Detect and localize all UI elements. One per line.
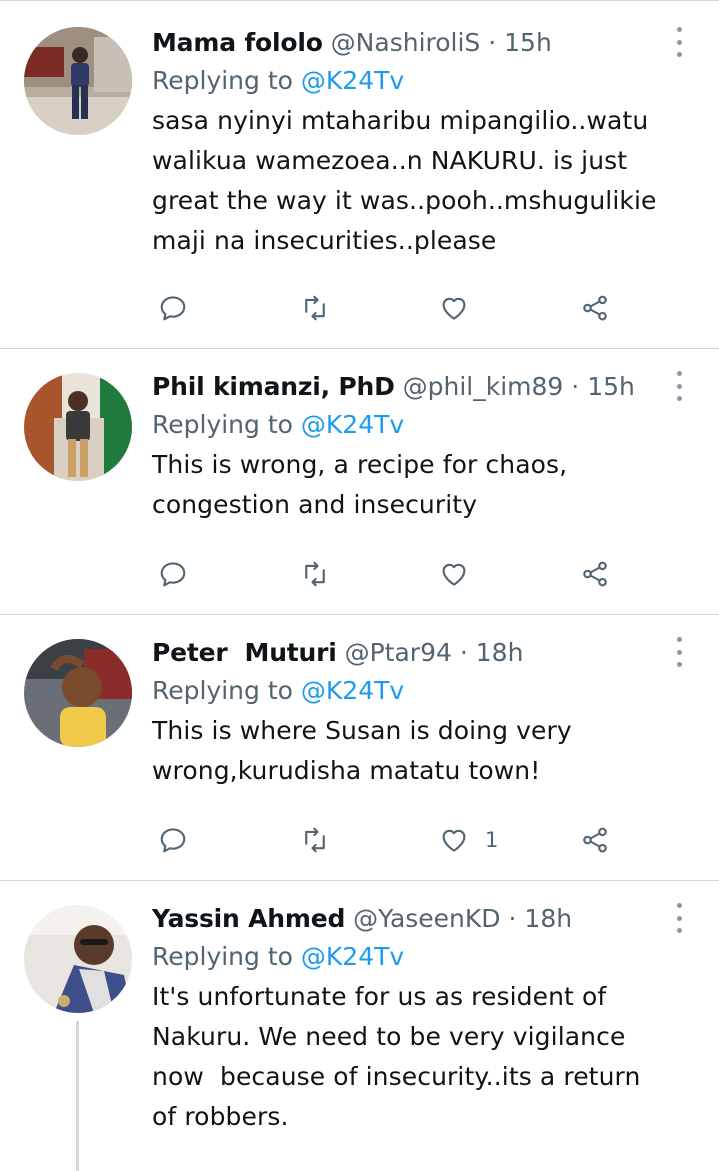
tweet-3[interactable]: Peter Muturi @Ptar94 · 18h Replying to @… [0, 615, 719, 881]
reply-button[interactable] [158, 554, 188, 594]
share-button[interactable] [580, 820, 610, 860]
more-icon[interactable] [673, 27, 685, 57]
tweet-text: sasa nyinyi mtaharibu mipangilio..watu w… [152, 101, 699, 261]
like-count: 1 [485, 828, 499, 852]
replying-to-label: Replying to [152, 66, 293, 95]
user-handle[interactable]: @YaseenKD [353, 904, 500, 933]
avatar[interactable] [24, 27, 132, 135]
tweet-1[interactable]: Mama fololo @NashiroliS · 15h Replying t… [0, 1, 719, 349]
tweet-text-line: now because of insecurity..its a return [152, 1062, 641, 1091]
reply-icon [160, 562, 186, 587]
mention-link[interactable]: @K24Tv [301, 676, 404, 705]
reply-icon [160, 828, 186, 853]
retweet-icon [305, 827, 325, 853]
thread-connector [76, 1021, 79, 1171]
share-icon [583, 827, 607, 853]
separator-dot: · [488, 28, 497, 57]
replying-to: Replying to @K24Tv [152, 61, 699, 101]
retweet-icon [305, 561, 325, 587]
separator-dot: · [508, 904, 517, 933]
reply-button[interactable] [158, 820, 188, 860]
tweet-text-line: walikua wamezoea..n NAKURU. is just [152, 146, 628, 175]
like-button[interactable] [439, 288, 485, 328]
tweet-text-line: maji na insecurities..please [152, 226, 497, 255]
share-icon [583, 295, 607, 321]
avatar-image [24, 27, 132, 135]
user-handle[interactable]: @Ptar94 [345, 638, 452, 667]
replying-to-label: Replying to [152, 942, 293, 971]
like-icon [442, 563, 466, 586]
tweet-header: Yassin Ahmed @YaseenKD · 18h [152, 901, 699, 937]
tweet-text: It's unfortunate for us as resident of N… [152, 977, 699, 1137]
tweet-text-line: of robbers. [152, 1102, 289, 1131]
tweet-actions [152, 554, 622, 594]
tweet-2[interactable]: Phil kimanzi, PhD @phil_kim89 · 15h Repl… [0, 349, 719, 615]
replying-to-label: Replying to [152, 676, 293, 705]
timestamp[interactable]: 15h [587, 372, 635, 401]
avatar-image [24, 905, 132, 1013]
tweet-text-line: Nakuru. We need to be very vigilance [152, 1022, 626, 1051]
mention-link[interactable]: @K24Tv [301, 942, 404, 971]
replying-to: Replying to @K24Tv [152, 671, 699, 711]
like-icon [442, 297, 466, 320]
avatar[interactable] [24, 905, 132, 1013]
like-button[interactable]: 1 [439, 820, 498, 860]
tweet-text: This is wrong, a recipe for chaos, conge… [152, 445, 699, 525]
more-icon[interactable] [673, 371, 685, 401]
tweet-text: This is where Susan is doing very wrong,… [152, 711, 699, 791]
share-button[interactable] [580, 288, 610, 328]
tweet-text-line: This is wrong, a recipe for chaos, [152, 450, 568, 479]
tweet-header: Phil kimanzi, PhD @phil_kim89 · 15h [152, 369, 699, 405]
display-name[interactable]: Yassin Ahmed [152, 904, 345, 933]
like-button[interactable] [439, 554, 485, 594]
replying-to-label: Replying to [152, 410, 293, 439]
replying-to: Replying to @K24Tv [152, 937, 699, 977]
avatar[interactable] [24, 639, 132, 747]
tweet-text-line: wrong,kurudisha matatu town! [152, 756, 541, 785]
separator-dot: · [459, 638, 468, 667]
tweet-text-line: sasa nyinyi mtaharibu mipangilio..watu [152, 106, 649, 135]
mention-link[interactable]: @K24Tv [301, 66, 404, 95]
tweet-actions [152, 288, 622, 328]
like-icon [442, 829, 466, 852]
display-name[interactable]: Mama fololo [152, 28, 323, 57]
avatar-image [24, 373, 132, 481]
retweet-button[interactable] [300, 554, 330, 594]
reply-button[interactable] [158, 288, 188, 328]
timestamp[interactable]: 15h [504, 28, 552, 57]
tweet-header: Peter Muturi @Ptar94 · 18h [152, 635, 699, 671]
separator-dot: · [571, 372, 580, 401]
avatar[interactable] [24, 373, 132, 481]
retweet-icon [305, 295, 325, 321]
reply-icon [160, 296, 186, 321]
timestamp[interactable]: 18h [524, 904, 572, 933]
tweet-text-line: This is where Susan is doing very [152, 716, 572, 745]
tweet-header: Mama fololo @NashiroliS · 15h [152, 25, 699, 61]
more-icon[interactable] [673, 637, 685, 667]
tweet-text-line: great the way it was..pooh..mshugulikie [152, 186, 657, 215]
retweet-button[interactable] [300, 820, 330, 860]
tweet-4[interactable]: Yassin Ahmed @YaseenKD · 18h Replying to… [0, 881, 719, 1171]
user-handle[interactable]: @NashiroliS [331, 28, 481, 57]
timestamp[interactable]: 18h [476, 638, 524, 667]
share-button[interactable] [580, 554, 610, 594]
user-handle[interactable]: @phil_kim89 [403, 372, 564, 401]
tweet-text-line: It's unfortunate for us as resident of [152, 982, 607, 1011]
more-icon[interactable] [673, 903, 685, 933]
mention-link[interactable]: @K24Tv [301, 410, 404, 439]
replying-to: Replying to @K24Tv [152, 405, 699, 445]
share-icon [583, 561, 607, 587]
tweet-text-line: congestion and insecurity [152, 490, 478, 519]
display-name[interactable]: Peter Muturi [152, 638, 337, 667]
display-name[interactable]: Phil kimanzi, PhD [152, 372, 395, 401]
avatar-image [24, 639, 132, 747]
tweet-actions: 1 [152, 820, 622, 860]
retweet-button[interactable] [300, 288, 330, 328]
